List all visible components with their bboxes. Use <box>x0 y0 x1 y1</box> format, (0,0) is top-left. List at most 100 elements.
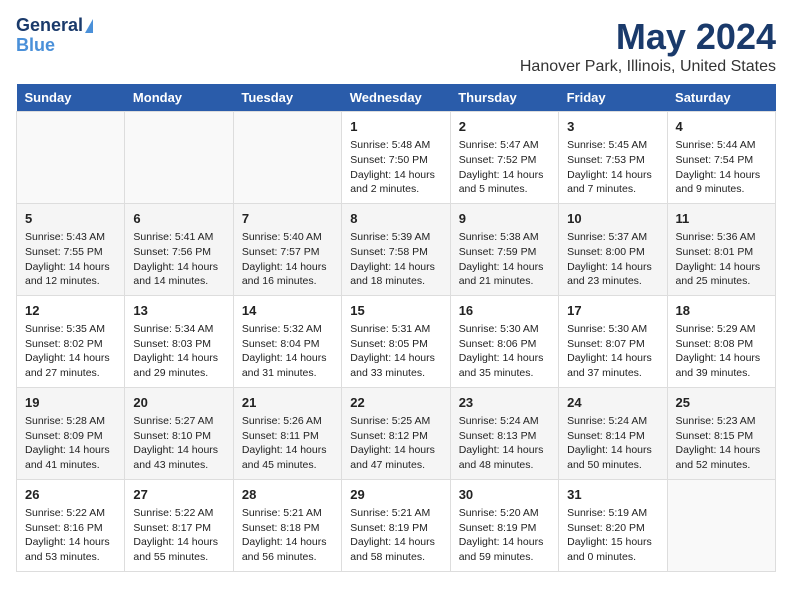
day-number: 30 <box>459 486 550 504</box>
day-number: 28 <box>242 486 333 504</box>
day-number: 7 <box>242 210 333 228</box>
day-number: 26 <box>25 486 116 504</box>
day-info: Sunrise: 5:24 AMSunset: 8:13 PMDaylight:… <box>459 414 550 473</box>
table-row: 16 Sunrise: 5:30 AMSunset: 8:06 PMDayligh… <box>450 295 558 387</box>
page-header: General Blue May 2024 Hanover Park, Illi… <box>16 16 776 76</box>
day-number: 10 <box>567 210 658 228</box>
table-row: 8 Sunrise: 5:39 AMSunset: 7:58 PMDaylight… <box>342 203 450 295</box>
day-number: 2 <box>459 118 550 136</box>
day-info: Sunrise: 5:30 AMSunset: 8:06 PMDaylight:… <box>459 322 550 381</box>
day-number: 16 <box>459 302 550 320</box>
header-saturday: Saturday <box>667 84 775 112</box>
day-number: 23 <box>459 394 550 412</box>
table-row: 3 Sunrise: 5:45 AMSunset: 7:53 PMDaylight… <box>559 112 667 204</box>
table-row: 31Sunrise: 5:19 AMSunset: 8:20 PMDayligh… <box>559 479 667 571</box>
table-row: 4 Sunrise: 5:44 AMSunset: 7:54 PMDaylight… <box>667 112 775 204</box>
location-title: Hanover Park, Illinois, United States <box>520 58 776 76</box>
day-number: 25 <box>676 394 767 412</box>
table-row: 12 Sunrise: 5:35 AMSunset: 8:02 PMDayligh… <box>17 295 125 387</box>
day-number: 15 <box>350 302 441 320</box>
day-number: 18 <box>676 302 767 320</box>
day-info: Sunrise: 5:21 AMSunset: 8:18 PMDaylight:… <box>242 506 333 565</box>
day-info: Sunrise: 5:45 AMSunset: 7:53 PMDaylight:… <box>567 138 658 197</box>
day-info: Sunrise: 5:23 AMSunset: 8:15 PMDaylight:… <box>676 414 767 473</box>
header-friday: Friday <box>559 84 667 112</box>
table-row: 14 Sunrise: 5:32 AMSunset: 8:04 PMDayligh… <box>233 295 341 387</box>
table-row: 6 Sunrise: 5:41 AMSunset: 7:56 PMDaylight… <box>125 203 233 295</box>
day-number: 19 <box>25 394 116 412</box>
table-row: 13Sunrise: 5:34 AMSunset: 8:03 PMDayligh… <box>125 295 233 387</box>
table-row: 15 Sunrise: 5:31 AMSunset: 8:05 PMDayligh… <box>342 295 450 387</box>
day-info: Sunrise: 5:44 AMSunset: 7:54 PMDaylight:… <box>676 138 767 197</box>
logo-blue: Blue <box>16 35 55 55</box>
day-info: Sunrise: 5:22 AMSunset: 8:17 PMDaylight:… <box>133 506 224 565</box>
day-number: 5 <box>25 210 116 228</box>
table-row: 7 Sunrise: 5:40 AMSunset: 7:57 PMDaylight… <box>233 203 341 295</box>
table-row: 26 Sunrise: 5:22 AMSunset: 8:16 PMDayligh… <box>17 479 125 571</box>
table-row: 17 Sunrise: 5:30 AMSunset: 8:07 PMDayligh… <box>559 295 667 387</box>
table-row: 21Sunrise: 5:26 AMSunset: 8:11 PMDayligh… <box>233 387 341 479</box>
day-number: 1 <box>350 118 441 136</box>
day-info: Sunrise: 5:41 AMSunset: 7:56 PMDaylight:… <box>133 230 224 289</box>
table-row: 5 Sunrise: 5:43 AMSunset: 7:55 PMDaylight… <box>17 203 125 295</box>
table-row: 23 Sunrise: 5:24 AMSunset: 8:13 PMDayligh… <box>450 387 558 479</box>
table-row: 1Sunrise: 5:48 AMSunset: 7:50 PMDaylight… <box>342 112 450 204</box>
day-info: Sunrise: 5:34 AMSunset: 8:03 PMDaylight:… <box>133 322 224 381</box>
day-number: 6 <box>133 210 224 228</box>
header-wednesday: Wednesday <box>342 84 450 112</box>
table-row: 22Sunrise: 5:25 AMSunset: 8:12 PMDayligh… <box>342 387 450 479</box>
day-info: Sunrise: 5:47 AMSunset: 7:52 PMDaylight:… <box>459 138 550 197</box>
day-number: 29 <box>350 486 441 504</box>
day-number: 8 <box>350 210 441 228</box>
day-number: 24 <box>567 394 658 412</box>
day-number: 27 <box>133 486 224 504</box>
day-number: 3 <box>567 118 658 136</box>
day-number: 20 <box>133 394 224 412</box>
day-number: 14 <box>242 302 333 320</box>
day-number: 4 <box>676 118 767 136</box>
day-info: Sunrise: 5:43 AMSunset: 7:55 PMDaylight:… <box>25 230 116 289</box>
table-row: 9Sunrise: 5:38 AMSunset: 7:59 PMDaylight… <box>450 203 558 295</box>
table-row: 28 Sunrise: 5:21 AMSunset: 8:18 PMDayligh… <box>233 479 341 571</box>
day-info: Sunrise: 5:37 AMSunset: 8:00 PMDaylight:… <box>567 230 658 289</box>
table-row: 25 Sunrise: 5:23 AMSunset: 8:15 PMDayligh… <box>667 387 775 479</box>
day-number: 22 <box>350 394 441 412</box>
day-number: 31 <box>567 486 658 504</box>
day-number: 17 <box>567 302 658 320</box>
calendar-week-row: 12 Sunrise: 5:35 AMSunset: 8:02 PMDayligh… <box>17 295 776 387</box>
day-info: Sunrise: 5:28 AMSunset: 8:09 PMDaylight:… <box>25 414 116 473</box>
day-info: Sunrise: 5:35 AMSunset: 8:02 PMDaylight:… <box>25 322 116 381</box>
day-info: Sunrise: 5:40 AMSunset: 7:57 PMDaylight:… <box>242 230 333 289</box>
calendar-header-row: Sunday Monday Tuesday Wednesday Thursday… <box>17 84 776 112</box>
day-info: Sunrise: 5:24 AMSunset: 8:14 PMDaylight:… <box>567 414 658 473</box>
table-row <box>125 112 233 204</box>
day-info: Sunrise: 5:30 AMSunset: 8:07 PMDaylight:… <box>567 322 658 381</box>
table-row: 30Sunrise: 5:20 AMSunset: 8:19 PMDayligh… <box>450 479 558 571</box>
header-monday: Monday <box>125 84 233 112</box>
table-row: 2 Sunrise: 5:47 AMSunset: 7:52 PMDaylight… <box>450 112 558 204</box>
table-row: 20Sunrise: 5:27 AMSunset: 8:10 PMDayligh… <box>125 387 233 479</box>
header-tuesday: Tuesday <box>233 84 341 112</box>
day-info: Sunrise: 5:22 AMSunset: 8:16 PMDaylight:… <box>25 506 116 565</box>
logo-triangle-icon <box>85 19 93 33</box>
day-info: Sunrise: 5:29 AMSunset: 8:08 PMDaylight:… <box>676 322 767 381</box>
table-row: 27 Sunrise: 5:22 AMSunset: 8:17 PMDayligh… <box>125 479 233 571</box>
day-number: 9 <box>459 210 550 228</box>
table-row: 19 Sunrise: 5:28 AMSunset: 8:09 PMDayligh… <box>17 387 125 479</box>
day-number: 12 <box>25 302 116 320</box>
title-block: May 2024 Hanover Park, Illinois, United … <box>520 16 776 76</box>
day-info: Sunrise: 5:21 AMSunset: 8:19 PMDaylight:… <box>350 506 441 565</box>
calendar-week-row: 26 Sunrise: 5:22 AMSunset: 8:16 PMDayligh… <box>17 479 776 571</box>
calendar-week-row: 1Sunrise: 5:48 AMSunset: 7:50 PMDaylight… <box>17 112 776 204</box>
table-row <box>233 112 341 204</box>
day-info: Sunrise: 5:32 AMSunset: 8:04 PMDaylight:… <box>242 322 333 381</box>
day-info: Sunrise: 5:39 AMSunset: 7:58 PMDaylight:… <box>350 230 441 289</box>
day-number: 21 <box>242 394 333 412</box>
table-row: 24 Sunrise: 5:24 AMSunset: 8:14 PMDayligh… <box>559 387 667 479</box>
table-row: 11Sunrise: 5:36 AMSunset: 8:01 PMDayligh… <box>667 203 775 295</box>
table-row <box>17 112 125 204</box>
day-info: Sunrise: 5:36 AMSunset: 8:01 PMDaylight:… <box>676 230 767 289</box>
day-info: Sunrise: 5:31 AMSunset: 8:05 PMDaylight:… <box>350 322 441 381</box>
month-title: May 2024 <box>520 16 776 58</box>
calendar-week-row: 5 Sunrise: 5:43 AMSunset: 7:55 PMDaylight… <box>17 203 776 295</box>
